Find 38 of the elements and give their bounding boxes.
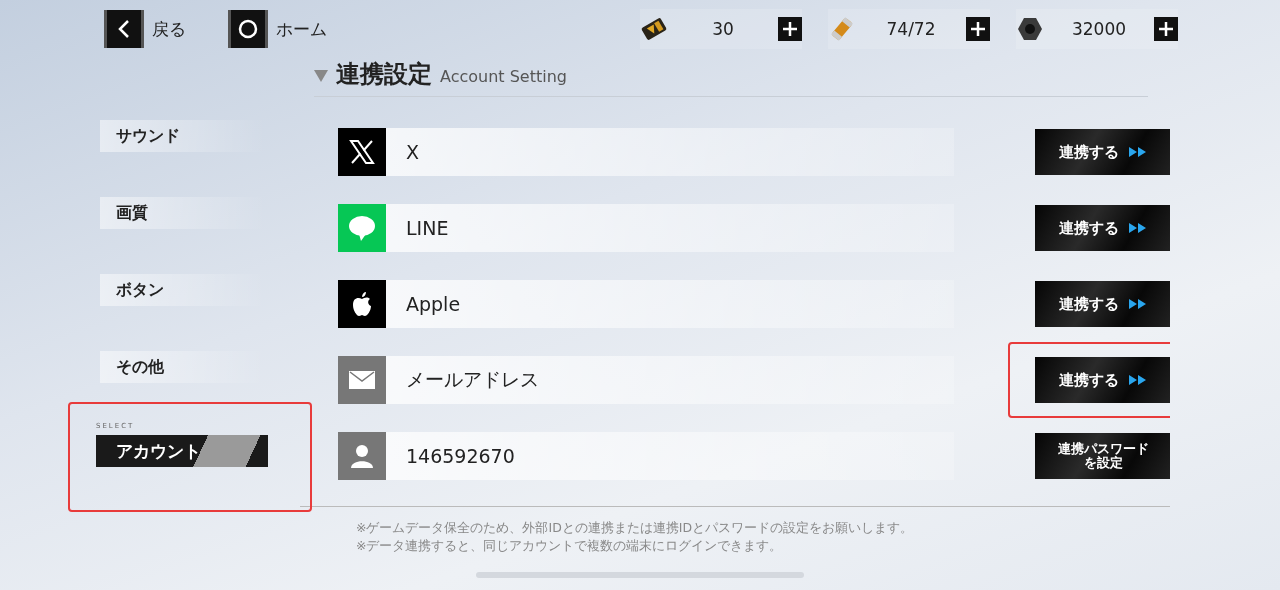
link-button[interactable]: 連携する	[1035, 281, 1170, 327]
section-title: 連携設定	[336, 59, 432, 90]
link-button[interactable]: 連携パスワードを設定	[1035, 433, 1170, 479]
plus-icon	[970, 21, 986, 37]
add-button[interactable]	[966, 17, 990, 41]
note-text: ※ゲームデータ保全のため、外部IDとの連携または連携IDとパスワードの設定をお願いします。	[356, 519, 915, 537]
chat-bubble-icon	[338, 204, 386, 252]
add-button[interactable]	[1154, 17, 1178, 41]
note-text: ※データ連携すると、同じアカウントで複数の端末にログインできます。	[356, 537, 784, 555]
resource-count: 30	[711, 19, 735, 39]
back-button[interactable]	[104, 10, 144, 48]
link-button[interactable]: 連携する	[1035, 129, 1170, 175]
add-button[interactable]	[778, 17, 802, 41]
sidebar-item[interactable]: アカウント	[96, 435, 268, 467]
collapse-triangle-icon	[314, 70, 328, 82]
nav-label: 戻る	[152, 17, 186, 41]
apple-icon	[338, 280, 386, 328]
link-button[interactable]: 連携する	[1035, 205, 1170, 251]
account-name: メールアドレス	[406, 367, 540, 392]
account-name: 146592670	[406, 445, 516, 467]
back-chevron-icon	[117, 19, 131, 39]
plus-icon	[782, 21, 798, 37]
nav-label: ホーム	[276, 17, 327, 41]
circle-icon	[238, 19, 258, 39]
account-name: LINE	[406, 217, 450, 239]
plus-icon	[1158, 21, 1174, 37]
capsule-icon	[828, 15, 856, 43]
hex-nut-icon	[1016, 15, 1044, 43]
x-logo-icon	[338, 128, 386, 176]
envelope-icon	[338, 356, 386, 404]
account-name: Apple	[406, 293, 462, 315]
resource-count: 74/72	[885, 19, 937, 39]
resource-count: 32000	[1070, 19, 1128, 39]
section-subtitle: Account Setting	[440, 67, 567, 86]
link-button[interactable]: 連携する	[1035, 357, 1170, 403]
person-icon	[338, 432, 386, 480]
home-button[interactable]	[228, 10, 268, 48]
account-name: X	[406, 141, 421, 163]
